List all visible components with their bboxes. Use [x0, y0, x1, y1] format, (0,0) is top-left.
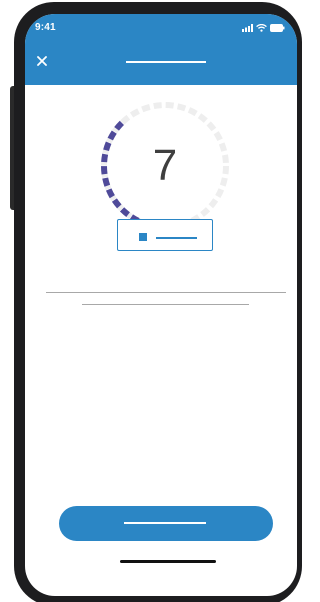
section-divider-short: [82, 304, 249, 305]
home-indicator[interactable]: [120, 560, 216, 563]
close-icon: [37, 56, 47, 66]
primary-button-label-placeholder: [124, 522, 206, 524]
score-gauge: 7: [95, 96, 235, 236]
app-stage: 9:41 7: [0, 0, 302, 602]
score-value: 7: [152, 141, 178, 190]
signal-icon: [242, 19, 253, 37]
section-divider-long: [46, 292, 286, 293]
legend-label-placeholder: [156, 237, 197, 239]
status-time: 9:41: [35, 22, 56, 33]
wifi-icon: [256, 19, 267, 37]
primary-action-button[interactable]: [59, 506, 273, 541]
close-button[interactable]: [35, 54, 49, 68]
battery-icon: [270, 19, 285, 37]
status-icons: [242, 23, 285, 33]
app-header: 9:41: [25, 14, 297, 85]
header-title-placeholder: [126, 61, 206, 63]
phone-screen: 9:41 7: [25, 14, 297, 596]
legend-square-icon: [139, 233, 147, 241]
legend-chip[interactable]: [117, 219, 213, 251]
